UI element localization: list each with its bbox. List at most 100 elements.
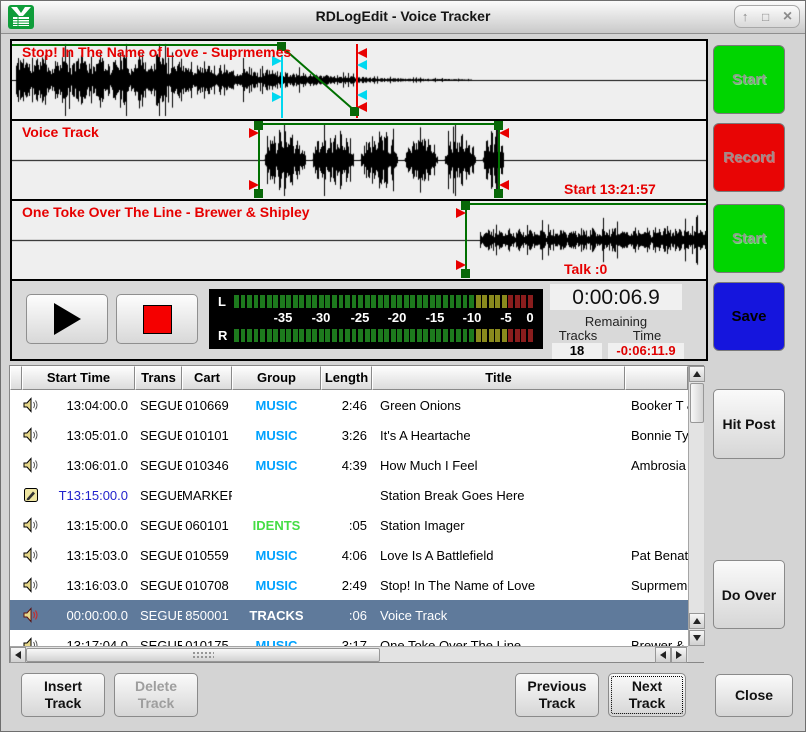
- close-window-icon[interactable]: ×: [783, 9, 792, 25]
- scroll-left-button[interactable]: [10, 647, 26, 663]
- row-start-time: 13:04:00.0: [50, 398, 135, 413]
- speaker-icon: [10, 577, 50, 593]
- remaining-time-label: Time: [612, 328, 682, 343]
- row-group: MUSIC: [232, 548, 321, 563]
- start-track3-button[interactable]: Start: [713, 204, 785, 273]
- row-artist: Ambrosia: [625, 458, 688, 473]
- meter-scale-tick: -15: [426, 310, 445, 325]
- row-trans: SEGUE: [135, 548, 182, 563]
- track-3-waveform[interactable]: One Toke Over The Line - Brewer & Shiple…: [12, 201, 706, 281]
- table-row[interactable]: 13:15:00.0 SEGUE 060101 IDENTS :05 Stati…: [10, 510, 688, 540]
- row-length: :05: [321, 518, 372, 533]
- row-cart: 010669: [182, 398, 232, 413]
- column-header[interactable]: [625, 366, 688, 390]
- shade-window-icon[interactable]: ↑: [742, 10, 749, 23]
- table-row[interactable]: 13:05:01.0 SEGUE 010101 MUSIC 3:26 It's …: [10, 420, 688, 450]
- insert-track-label-1: Insert: [44, 678, 82, 695]
- meter-scale-tick: -20: [388, 310, 407, 325]
- delete-track-label-1: Delete: [135, 678, 177, 695]
- scroll-down-button[interactable]: [689, 630, 705, 646]
- column-header[interactable]: Title: [372, 366, 625, 390]
- log-table: Start TimeTransCartGroupLengthTitle 13:0…: [9, 365, 704, 663]
- scroll-up-button[interactable]: [689, 366, 705, 382]
- track-1-waveform[interactable]: Stop! In The Name of Love - Suprmemes: [12, 41, 706, 121]
- speaker-icon: [10, 457, 50, 473]
- scroll-left-button-right[interactable]: [655, 647, 671, 663]
- meter-scale-tick: -25: [351, 310, 370, 325]
- table-row[interactable]: 13:04:00.0 SEGUE 010669 MUSIC 2:46 Green…: [10, 390, 688, 420]
- meter-scale: -35-30-25-20-15-10-50: [234, 310, 537, 325]
- row-group: MUSIC: [232, 458, 321, 473]
- column-header[interactable]: Trans: [135, 366, 182, 390]
- remaining-label: Remaining: [550, 314, 682, 329]
- row-length: :06: [321, 608, 372, 623]
- remaining-tracks-value: 18: [552, 343, 602, 359]
- column-header[interactable]: [10, 366, 22, 390]
- previous-track-button[interactable]: Previous Track: [515, 673, 599, 717]
- table-row[interactable]: 13:15:03.0 SEGUE 010559 MUSIC 4:06 Love …: [10, 540, 688, 570]
- remaining-tracks-label: Tracks: [550, 328, 606, 343]
- column-header[interactable]: Cart: [182, 366, 232, 390]
- speaker-icon: [10, 547, 50, 563]
- meter-scale-tick: -35: [274, 310, 293, 325]
- row-length: 2:49: [321, 578, 372, 593]
- column-header[interactable]: Group: [232, 366, 321, 390]
- track-3-title: One Toke Over The Line - Brewer & Shiple…: [22, 204, 310, 220]
- table-row[interactable]: 13:17:04.0 SEGUE 010175 MUSIC 3:17 One T…: [10, 630, 688, 646]
- vertical-scrollbar[interactable]: [688, 366, 704, 646]
- row-length: 4:06: [321, 548, 372, 563]
- scroll-right-button[interactable]: [671, 647, 687, 663]
- horizontal-scrollbar-thumb[interactable]: [26, 648, 380, 662]
- row-artist: Bonnie Tyle: [625, 428, 688, 443]
- play-icon: [54, 303, 81, 335]
- insert-track-label-2: Track: [45, 695, 82, 712]
- window-controls: ↑ □ ×: [734, 5, 800, 28]
- horizontal-scrollbar[interactable]: [10, 646, 688, 662]
- start-track1-button[interactable]: Start: [713, 45, 785, 114]
- table-row[interactable]: 00:00:00.0 SEGUE 850001 TRACKS :06 Voice…: [10, 600, 688, 630]
- table-row[interactable]: 13:16:03.0 SEGUE 010708 MUSIC 2:49 Stop!…: [10, 570, 688, 600]
- next-track-label-1: Next: [632, 678, 662, 695]
- save-button[interactable]: Save: [713, 282, 785, 351]
- delete-track-button[interactable]: Delete Track: [114, 673, 198, 717]
- close-button[interactable]: Close: [715, 674, 793, 717]
- row-cart: 850001: [182, 608, 232, 623]
- row-title: It's A Heartache: [372, 428, 625, 443]
- row-start-time: 13:17:04.0: [50, 638, 135, 647]
- next-track-button[interactable]: Next Track: [608, 673, 686, 717]
- stop-icon: [143, 305, 172, 334]
- meter-right-label: R: [218, 328, 227, 343]
- hit-post-button[interactable]: Hit Post: [713, 389, 785, 459]
- row-title: Station Break Goes Here: [372, 488, 625, 503]
- row-group: MUSIC: [232, 398, 321, 413]
- table-row[interactable]: 13:06:01.0 SEGUE 010346 MUSIC 4:39 How M…: [10, 450, 688, 480]
- maximize-window-icon[interactable]: □: [762, 11, 769, 23]
- row-start-time: T13:15:00.0: [50, 488, 135, 503]
- scroll-up-button-bottom[interactable]: [689, 613, 705, 629]
- meter-scale-tick: -10: [463, 310, 482, 325]
- row-title: How Much I Feel: [372, 458, 625, 473]
- vertical-scrollbar-thumb[interactable]: [690, 383, 704, 423]
- column-header[interactable]: Start Time: [22, 366, 135, 390]
- row-cart: MARKER: [182, 488, 232, 503]
- row-group: TRACKS: [232, 608, 321, 623]
- track-2-waveform[interactable]: Voice Track Start 13:21:57: [12, 121, 706, 201]
- insert-track-button[interactable]: Insert Track: [21, 673, 105, 717]
- row-trans: SEGUE: [135, 608, 182, 623]
- record-button[interactable]: Record: [713, 123, 785, 192]
- delete-track-label-2: Track: [138, 695, 175, 712]
- row-start-time: 13:06:01.0: [50, 458, 135, 473]
- table-row[interactable]: T13:15:00.0 SEGUE MARKER Station Break G…: [10, 480, 688, 510]
- column-header[interactable]: Length: [321, 366, 372, 390]
- stop-button[interactable]: [116, 294, 198, 344]
- row-title: Station Imager: [372, 518, 625, 533]
- row-cart: 010101: [182, 428, 232, 443]
- do-over-button[interactable]: Do Over: [713, 560, 785, 629]
- play-button[interactable]: [26, 294, 108, 344]
- marker-note-icon: [10, 487, 50, 503]
- track-2-start-time-label: Start 13:21:57: [564, 181, 656, 197]
- row-trans: SEGUE: [135, 428, 182, 443]
- row-start-time: 13:15:00.0: [50, 518, 135, 533]
- meter-left-segments: [234, 295, 537, 308]
- row-trans: SEGUE: [135, 398, 182, 413]
